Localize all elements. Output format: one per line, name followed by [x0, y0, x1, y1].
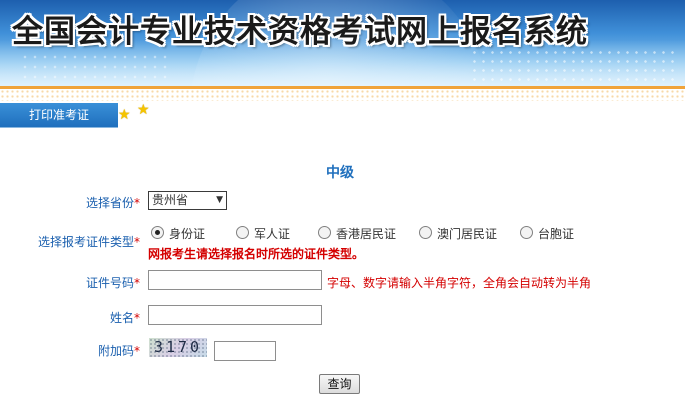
radio-label: 台胞证	[538, 227, 575, 241]
radio-button[interactable]	[151, 226, 164, 239]
province-select-value: 贵州省	[152, 193, 189, 207]
radio-label: 身份证	[169, 227, 206, 241]
required-mark: *	[134, 235, 140, 249]
id-number-input[interactable]	[148, 270, 322, 290]
name-input[interactable]	[148, 305, 322, 325]
query-button[interactable]: 查询	[319, 374, 360, 394]
radio-button[interactable]	[236, 226, 249, 239]
captcha-input[interactable]	[214, 341, 276, 361]
province-label: 选择省份	[85, 196, 134, 210]
id-number-label-row: 证件号码*	[86, 274, 140, 291]
radio-label: 澳门居民证	[437, 227, 498, 241]
radio-id-card[interactable]: 身份证	[151, 225, 205, 242]
radio-macau-resident-card[interactable]: 澳门居民证	[419, 225, 497, 242]
required-mark: *	[134, 196, 140, 210]
chevron-down-icon: ▼	[216, 195, 223, 205]
id-type-label-row: 选择报考证件类型*	[38, 233, 140, 250]
id-number-label: 证件号码	[85, 276, 134, 290]
banner-dots-right	[470, 48, 680, 82]
radio-hk-resident-card[interactable]: 香港居民证	[318, 225, 396, 242]
banner-dots-left	[20, 52, 170, 80]
banner-title: 全国会计专业技术资格考试网上报名系统	[12, 14, 588, 50]
required-mark: *	[134, 276, 140, 290]
radio-taiwan-compatriot-card[interactable]: 台胞证	[520, 225, 574, 242]
id-type-label: 选择报考证件类型	[37, 235, 134, 249]
star-icon: ★	[118, 107, 131, 123]
radio-military-card[interactable]: 军人证	[236, 225, 290, 242]
captcha-label: 附加码	[97, 344, 134, 358]
province-select[interactable]: 贵州省 ▼	[148, 191, 227, 210]
radio-button[interactable]	[318, 226, 331, 239]
id-number-hint: 字母、数字请输入半角字符，全角会自动转为半角	[327, 276, 592, 290]
captcha-label-row: 附加码*	[98, 342, 140, 359]
page-title: 中级	[326, 165, 354, 181]
id-type-warning: 网报考生请选择报名时所选的证件类型。	[148, 247, 365, 261]
captcha-noise	[149, 338, 207, 357]
radio-button[interactable]	[419, 226, 432, 239]
province-label-row: 选择省份*	[86, 194, 140, 211]
name-label-row: 姓名*	[110, 309, 140, 326]
radio-label: 香港居民证	[336, 227, 397, 241]
radio-label: 军人证	[254, 227, 291, 241]
name-label: 姓名	[109, 311, 134, 325]
dot-strip	[0, 89, 685, 101]
star-icon: ★	[137, 102, 150, 118]
tab-underline	[0, 127, 118, 128]
captcha-image[interactable]: 3170	[149, 338, 207, 357]
required-mark: *	[134, 311, 140, 325]
radio-button[interactable]	[520, 226, 533, 239]
required-mark: *	[134, 344, 140, 358]
header-banner: 全国会计专业技术资格考试网上报名系统	[0, 0, 685, 86]
tab-print-admission-ticket[interactable]: 打印准考证	[0, 103, 118, 127]
